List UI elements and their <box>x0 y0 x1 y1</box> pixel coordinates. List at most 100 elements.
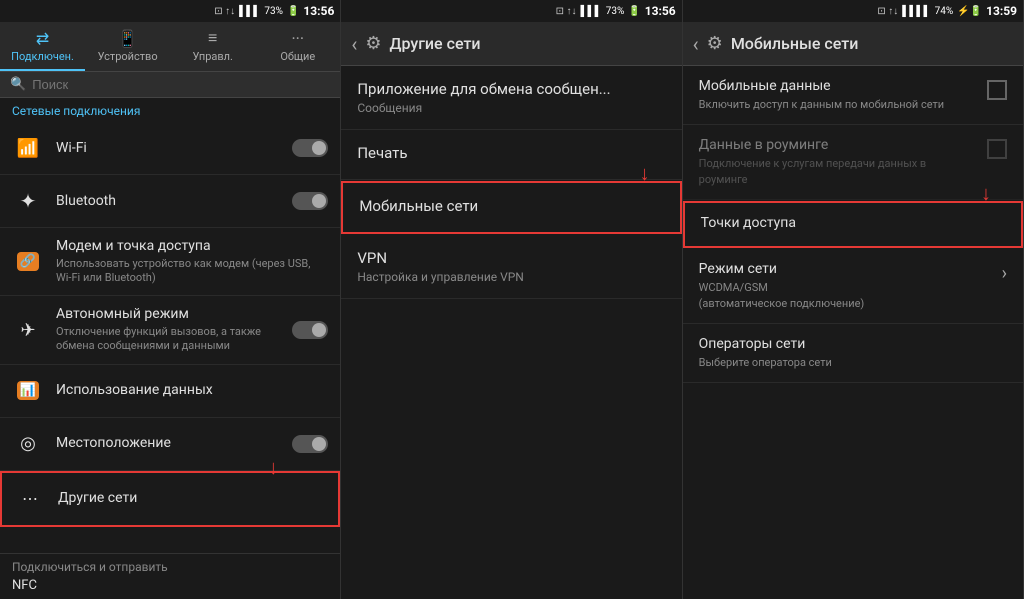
tab-general[interactable]: ··· Общие <box>255 22 340 71</box>
airplane-subtitle: Отключение функций вызовов, а также обме… <box>56 325 292 354</box>
bottom-section-1: Подключиться и отправить NFC <box>0 553 340 599</box>
menu-item-mobilenets[interactable]: Мобильные сети ↓ <box>341 181 681 234</box>
networkmode-arrow: › <box>1002 263 1007 284</box>
print-title: Печать <box>357 144 665 162</box>
tab-connections[interactable]: ⇄ Подключен. <box>0 22 85 71</box>
settings-item-datausage[interactable]: 📊 Использование данных <box>0 365 340 418</box>
back-button-2[interactable]: ‹ <box>351 32 357 56</box>
roaming-subtitle: Подключение к услугам передачи данных в … <box>699 156 977 187</box>
battery-icon-1: 🔋 <box>287 6 299 17</box>
menu-list-3: Мобильные данные Включить доступ к данны… <box>683 66 1023 599</box>
tab-control-label: Управл. <box>192 50 232 63</box>
status-bar-3: ⊡ ↑↓ ▌▌▌▌ 74% ⚡🔋 13:59 <box>683 0 1023 22</box>
signal-2: ▌▌▌ <box>580 6 601 17</box>
p3-item-networkmode[interactable]: Режим сети WCDMA/GSM(автоматическое подк… <box>683 249 1023 324</box>
settings-list-1: 📶 Wi-Fi ✦ Bluetooth 🔗 Модем и точка дост… <box>0 122 340 553</box>
roaming-title: Данные в роуминге <box>699 137 977 153</box>
menu-item-vpn[interactable]: VPN Настройка и управление VPN <box>341 235 681 299</box>
red-arrow-2: ↓ <box>640 161 650 186</box>
p3-item-roaming[interactable]: Данные в роуминге Подключение к услугам … <box>683 125 1023 200</box>
wifi-toggle[interactable] <box>292 139 328 157</box>
mobilenets-title: Мобильные сети <box>359 197 663 215</box>
location-icon: ◎ <box>12 428 44 460</box>
mobiledata-title: Мобильные данные <box>699 78 977 94</box>
status-icons-1: ⊡ ↑↓ <box>214 6 235 17</box>
red-arrow-1: ↓ <box>268 455 278 480</box>
location-title: Местоположение <box>56 435 292 452</box>
tab-connections-label: Подключен. <box>11 50 74 63</box>
vpn-subtitle: Настройка и управление VPN <box>357 270 665 284</box>
search-icon-1: 🔍 <box>10 77 26 92</box>
signal-1: ▌▌▌ <box>239 6 260 17</box>
tab-device[interactable]: 📱 Устройство <box>85 22 170 71</box>
battery-pct-2: 73% <box>606 6 625 17</box>
p3-item-operators[interactable]: Операторы сети Выберите оператора сети <box>683 324 1023 383</box>
roaming-checkbox[interactable] <box>987 139 1007 159</box>
airplane-icon: ✈ <box>12 314 44 346</box>
panel-mobilenets: ⊡ ↑↓ ▌▌▌▌ 74% ⚡🔋 13:59 ‹ ⚙ Мобильные сет… <box>683 0 1024 599</box>
panel-othernets: ⊡ ↑↓ ▌▌▌ 73% 🔋 13:56 ‹ ⚙ Другие сети При… <box>341 0 682 599</box>
tab-general-label: Общие <box>280 50 315 63</box>
back-button-3[interactable]: ‹ <box>693 32 699 56</box>
gear-icon-3: ⚙ <box>707 33 723 54</box>
settings-item-location[interactable]: ◎ Местоположение <box>0 418 340 471</box>
time-3: 13:59 <box>986 4 1017 18</box>
status-icons-3: ⊡ ↑↓ <box>877 6 898 17</box>
battery-icon-3: ⚡🔋 <box>957 6 982 17</box>
bt-toggle[interactable] <box>292 192 328 210</box>
vpn-title: VPN <box>357 249 665 267</box>
wifi-icon: 📶 <box>12 132 44 164</box>
tab-control[interactable]: ≡ Управл. <box>170 22 255 71</box>
wifi-title: Wi-Fi <box>56 140 292 157</box>
operators-subtitle: Выберите оператора сети <box>699 355 1007 370</box>
airplane-toggle[interactable] <box>292 321 328 339</box>
messages-subtitle: Сообщения <box>357 101 665 115</box>
bt-icon: ✦ <box>12 185 44 217</box>
bottom-label-1: Подключиться и отправить <box>12 560 328 574</box>
p3-item-accesspoints[interactable]: Точки доступа ↓ <box>683 201 1023 248</box>
settings-item-airplane[interactable]: ✈ Автономный режим Отключение функций вы… <box>0 296 340 364</box>
battery-pct-3: 74% <box>935 6 954 17</box>
tab-general-icon: ··· <box>292 29 305 48</box>
status-bar-2: ⊡ ↑↓ ▌▌▌ 73% 🔋 13:56 <box>341 0 681 22</box>
menu-item-print[interactable]: Печать <box>341 130 681 180</box>
networkmode-title: Режим сети <box>699 261 992 277</box>
menu-list-2: Приложение для обмена сообщен... Сообщен… <box>341 66 681 599</box>
datausage-title: Использование данных <box>56 382 328 399</box>
status-icons-2: ⊡ ↑↓ <box>556 6 577 17</box>
tab-control-icon: ≡ <box>208 28 217 48</box>
search-bar-1: 🔍 <box>0 72 340 98</box>
battery-icon-2: 🔋 <box>628 6 640 17</box>
mobiledata-subtitle: Включить доступ к данным по мобильной се… <box>699 97 977 112</box>
settings-item-bluetooth[interactable]: ✦ Bluetooth <box>0 175 340 228</box>
tab-device-icon: 📱 <box>118 29 138 48</box>
action-bar-3: ‹ ⚙ Мобильные сети <box>683 22 1023 66</box>
operators-title: Операторы сети <box>699 336 1007 352</box>
networkmode-subtitle: WCDMA/GSM(автоматическое подключение) <box>699 280 992 311</box>
accesspoints-title: Точки доступа <box>701 215 1005 231</box>
settings-item-wifi[interactable]: 📶 Wi-Fi <box>0 122 340 175</box>
othernets-icon: ⋯ <box>14 483 46 515</box>
airplane-title: Автономный режим <box>56 306 292 323</box>
p3-item-mobiledata[interactable]: Мобильные данные Включить доступ к данны… <box>683 66 1023 125</box>
mobiledata-checkbox[interactable] <box>987 80 1007 100</box>
tab-connections-icon: ⇄ <box>36 29 49 48</box>
settings-item-othernets[interactable]: ⋯ Другие сети ↓ <box>0 471 340 527</box>
battery-pct-1: 73% <box>264 6 283 17</box>
nfc-label: NFC <box>12 578 328 593</box>
signal-3: ▌▌▌▌ <box>902 6 930 17</box>
modem-subtitle: Использовать устройство как модем (через… <box>56 257 328 286</box>
panel-connections: ⊡ ↑↓ ▌▌▌ 73% 🔋 13:56 ⇄ Подключен. 📱 Устр… <box>0 0 341 599</box>
status-bar-1: ⊡ ↑↓ ▌▌▌ 73% 🔋 13:56 <box>0 0 340 22</box>
tab-device-label: Устройство <box>98 50 158 63</box>
action-bar-title-2: Другие сети <box>389 34 480 53</box>
time-2: 13:56 <box>645 4 676 18</box>
location-toggle[interactable] <box>292 435 328 453</box>
datausage-icon: 📊 <box>12 375 44 407</box>
menu-item-messages[interactable]: Приложение для обмена сообщен... Сообщен… <box>341 66 681 130</box>
othernets-title: Другие сети <box>58 490 326 507</box>
search-input-1[interactable] <box>32 77 330 92</box>
messages-title: Приложение для обмена сообщен... <box>357 80 665 98</box>
settings-item-modem[interactable]: 🔗 Модем и точка доступа Использовать уст… <box>0 228 340 296</box>
tab-bar-1: ⇄ Подключен. 📱 Устройство ≡ Управл. ··· … <box>0 22 340 72</box>
